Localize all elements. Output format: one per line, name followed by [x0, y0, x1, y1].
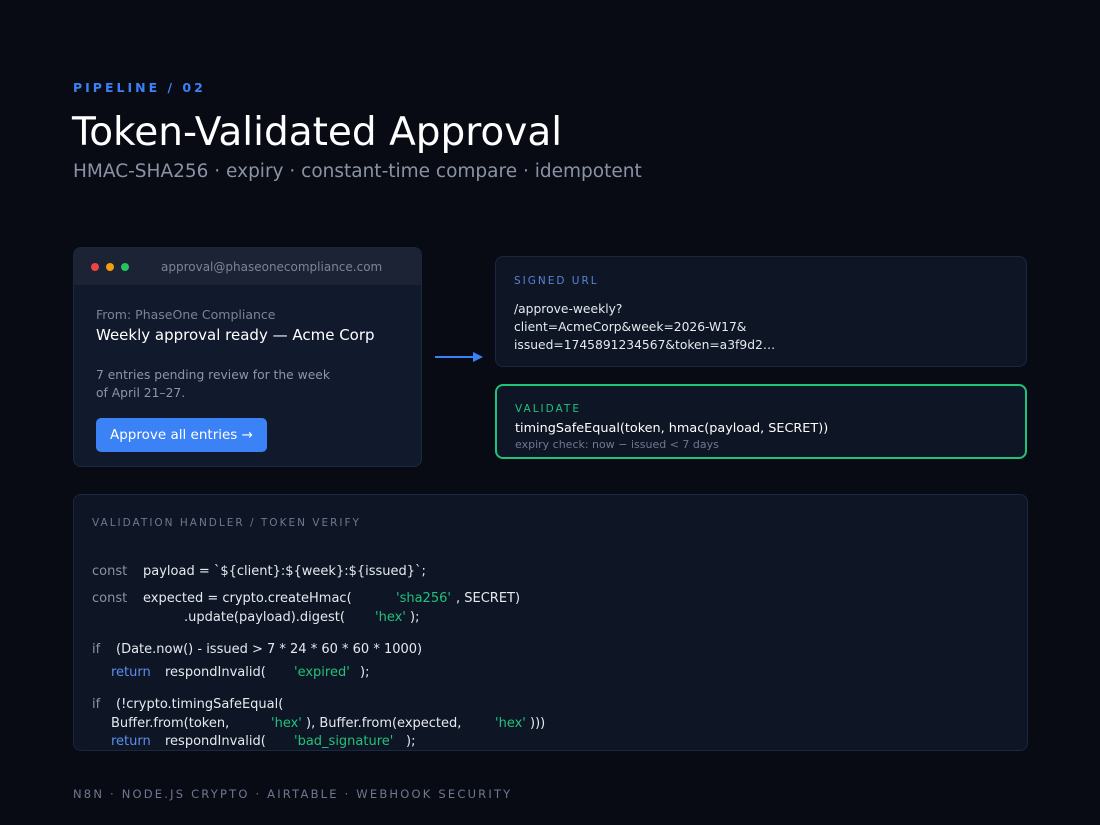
code-keyword: if	[92, 697, 101, 712]
email-window-bar: approval@phaseonecompliance.com	[74, 248, 421, 285]
validate-code: timingSafeEqual(token, hmac(payload, SEC…	[515, 421, 829, 436]
code-text: ), Buffer.from(expected,	[306, 716, 462, 731]
code-panel-title: VALIDATION HANDLER / TOKEN VERIFY	[92, 517, 361, 529]
arrow-right-icon	[435, 352, 483, 362]
footer-tags: N8N · NODE.JS CRYPTO · AIRTABLE · WEBHOO…	[73, 787, 513, 801]
code-text: );	[406, 734, 416, 749]
signed-url-line: issued=1745891234567&token=a3f9d2…	[514, 338, 776, 352]
email-card: approval@phaseonecompliance.com From: Ph…	[73, 247, 422, 467]
signed-url-box: SIGNED URL /approve-weekly? client=AcmeC…	[495, 256, 1027, 367]
validate-label: VALIDATE	[515, 403, 581, 415]
eyebrow: PIPELINE / 02	[73, 80, 206, 95]
approve-all-button[interactable]: Approve all entries →	[96, 418, 267, 452]
code-keyword: const	[92, 564, 128, 579]
code-text: respondInvalid(	[165, 734, 266, 749]
code-text: respondInvalid(	[165, 665, 266, 680]
code-text: )))	[530, 716, 546, 731]
code-keyword: const	[92, 591, 128, 606]
code-keyword: return	[111, 665, 151, 680]
code-keyword: if	[92, 642, 101, 657]
email-address: approval@phaseonecompliance.com	[161, 259, 383, 274]
code-string: 'sha256'	[396, 591, 451, 606]
validate-box: VALIDATE timingSafeEqual(token, hmac(pay…	[495, 384, 1027, 459]
code-text: payload = `${client}:${week}:${issued}`;	[143, 564, 426, 579]
code-text: (!crypto.timingSafeEqual(	[116, 697, 284, 712]
email-from: From: PhaseOne Compliance	[96, 307, 276, 322]
email-subject: Weekly approval ready — Acme Corp	[96, 326, 375, 344]
code-string: 'hex'	[271, 716, 302, 731]
code-text: Buffer.from(token,	[111, 716, 230, 731]
code-text: .update(payload).digest(	[184, 610, 345, 625]
email-body-text: 7 entries pending review for the week of…	[96, 368, 330, 400]
window-close-dot	[91, 262, 99, 271]
page-subtitle: HMAC-SHA256 · expiry · constant-time com…	[73, 161, 642, 182]
signed-url-label: SIGNED URL	[514, 275, 599, 287]
window-maximize-dot	[121, 262, 129, 271]
page-title: Token-Validated Approval	[72, 110, 563, 155]
validate-note: expiry check: now − issued < 7 days	[515, 438, 719, 451]
code-text: , SECRET)	[456, 591, 521, 606]
signed-url-line: client=AcmeCorp&week=2026-W17&	[514, 320, 747, 334]
signed-url-line: /approve-weekly?	[514, 302, 623, 316]
code-keyword: return	[111, 734, 151, 749]
code-text: (Date.now() - issued > 7 * 24 * 60 * 60 …	[116, 642, 423, 657]
code-string: 'expired'	[294, 665, 350, 680]
code-text: expected = crypto.createHmac(	[143, 591, 352, 606]
code-text: );	[410, 610, 420, 625]
code-text: );	[360, 665, 370, 680]
signed-url-text: /approve-weekly? client=AcmeCorp&week=20…	[514, 300, 1008, 354]
code-string: 'hex'	[495, 716, 526, 731]
code-string: 'bad_signature'	[294, 734, 394, 749]
window-minimize-dot	[106, 262, 114, 271]
code-panel: VALIDATION HANDLER / TOKEN VERIFY const …	[73, 494, 1028, 751]
code-string: 'hex'	[375, 610, 406, 625]
